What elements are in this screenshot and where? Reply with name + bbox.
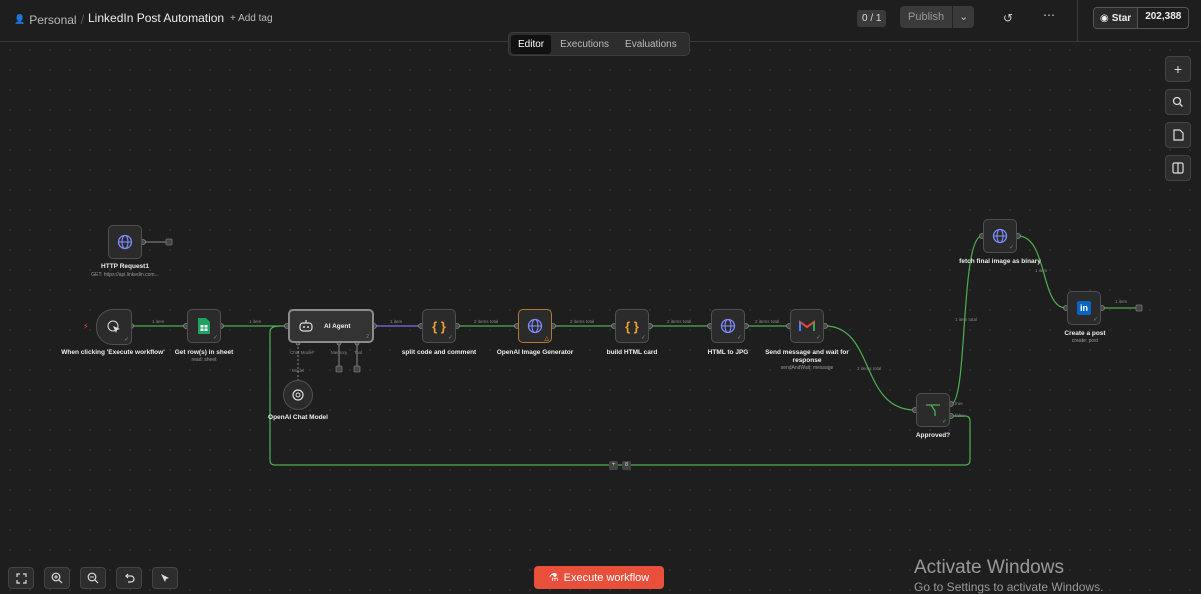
edge-label: 2 items total bbox=[474, 319, 499, 324]
node-label: Approved? bbox=[915, 432, 951, 439]
node-openai-chat-model[interactable] bbox=[283, 380, 313, 410]
node-label: Get row(s) in sheet bbox=[174, 349, 234, 356]
success-check-icon: ✓ bbox=[736, 335, 742, 341]
port-label: true bbox=[955, 401, 963, 406]
success-check-icon: ✓ bbox=[640, 335, 646, 341]
node-label: AI Agent bbox=[324, 322, 351, 330]
node-subtitle: sendAndWait: message bbox=[780, 365, 834, 371]
node-label: build HTML card bbox=[606, 349, 658, 356]
node-subtitle: GET: https://api.linkedin.com... bbox=[91, 272, 159, 278]
item-count: 2 bbox=[366, 334, 369, 340]
node-ai-agent[interactable]: AI Agent 2 bbox=[288, 309, 374, 343]
code-braces-icon: { } bbox=[625, 318, 639, 334]
edge-label: 1 item bbox=[152, 319, 165, 324]
undo-icon[interactable] bbox=[116, 567, 142, 589]
warning-icon: △ bbox=[544, 336, 549, 342]
edge-label: 1 item bbox=[390, 319, 403, 324]
port-label: Model bbox=[292, 368, 305, 373]
node-label: split code and comment bbox=[401, 349, 477, 356]
node-label: HTTP Request1 bbox=[101, 263, 149, 270]
node-html-to-jpg[interactable]: ✓ bbox=[711, 309, 745, 343]
globe-icon bbox=[527, 318, 543, 334]
globe-icon bbox=[117, 234, 133, 250]
edge-label: 1 item bbox=[249, 319, 262, 324]
node-subtitle: read: sheet bbox=[191, 357, 217, 363]
code-braces-icon: { } bbox=[432, 318, 446, 334]
node-get-rows-sheet[interactable]: ✓ bbox=[187, 309, 221, 343]
edge-label: 2 items total bbox=[667, 319, 692, 324]
success-check-icon: ✓ bbox=[447, 335, 453, 341]
node-fetch-final-image[interactable]: ✓ bbox=[983, 219, 1017, 253]
linkedin-icon: in bbox=[1077, 301, 1091, 315]
edge-loop-back bbox=[269, 325, 971, 466]
openai-icon bbox=[292, 389, 304, 401]
success-check-icon: ✓ bbox=[815, 335, 821, 341]
connections-layer bbox=[128, 233, 1143, 466]
success-check-icon: ✓ bbox=[212, 335, 218, 341]
node-approved-if[interactable]: ✓ bbox=[916, 393, 950, 427]
node-split-code[interactable]: { } ✓ bbox=[422, 309, 456, 343]
edge-label: 2 items total bbox=[755, 319, 780, 324]
success-check-icon: ✓ bbox=[1092, 317, 1098, 323]
activation-watermark-subtitle: Go to Settings to activate Windows. bbox=[914, 580, 1104, 594]
execute-workflow-label: Execute workflow bbox=[563, 571, 650, 584]
port-label: Chat Model* bbox=[290, 350, 315, 355]
node-label: OpenAI Chat Model bbox=[268, 414, 328, 421]
node-gmail-send-and-wait[interactable]: ✓ bbox=[790, 309, 824, 343]
add-node-on-edge-button[interactable]: + bbox=[609, 461, 618, 470]
node-label: fetch final image as binary bbox=[959, 258, 1041, 265]
node-http-request1[interactable] bbox=[108, 225, 142, 259]
node-manual-trigger[interactable]: ✓ bbox=[96, 309, 132, 345]
lightning-icon: ⚡ bbox=[83, 322, 89, 331]
edge-label: 1 item bbox=[1115, 299, 1128, 304]
node-create-linkedin-post[interactable]: in ✓ bbox=[1067, 291, 1101, 325]
success-check-icon: ✓ bbox=[123, 337, 129, 343]
edge-label: 1 item total bbox=[955, 317, 978, 322]
activation-watermark-title: Activate Windows bbox=[914, 557, 1064, 578]
execute-workflow-button[interactable]: ⚗ Execute workflow bbox=[534, 566, 664, 589]
edge-label: 1 item bbox=[1035, 268, 1048, 273]
zoom-out-icon[interactable] bbox=[80, 567, 106, 589]
port-label: Memory bbox=[331, 350, 348, 355]
node-label: Send message and wait for response bbox=[765, 349, 849, 364]
node-subtitle: create: post bbox=[1071, 338, 1099, 344]
zoom-in-icon[interactable] bbox=[44, 567, 70, 589]
edge-label: 2 items total bbox=[570, 319, 595, 324]
branch-icon bbox=[926, 404, 940, 416]
port-label: false bbox=[955, 413, 965, 418]
node-label: OpenAI Image Generator bbox=[496, 349, 574, 356]
globe-icon bbox=[992, 228, 1008, 244]
success-check-icon: ✓ bbox=[1008, 245, 1014, 251]
node-openai-image-generator[interactable]: △ bbox=[518, 309, 552, 343]
tidy-up-icon[interactable] bbox=[152, 567, 178, 589]
port-label: Tool bbox=[354, 350, 363, 355]
flask-icon: ⚗ bbox=[548, 572, 559, 584]
google-sheets-icon bbox=[198, 318, 210, 334]
globe-icon bbox=[720, 318, 736, 334]
node-build-html-card[interactable]: { } ✓ bbox=[615, 309, 649, 343]
robot-icon bbox=[299, 320, 313, 332]
pointer-click-icon bbox=[107, 320, 120, 333]
gmail-icon bbox=[799, 320, 815, 331]
node-label: Create a post bbox=[1064, 330, 1106, 337]
fit-view-icon[interactable] bbox=[8, 567, 34, 589]
edge-item-count[interactable]: 8 bbox=[622, 461, 631, 470]
success-check-icon: ✓ bbox=[941, 419, 947, 425]
